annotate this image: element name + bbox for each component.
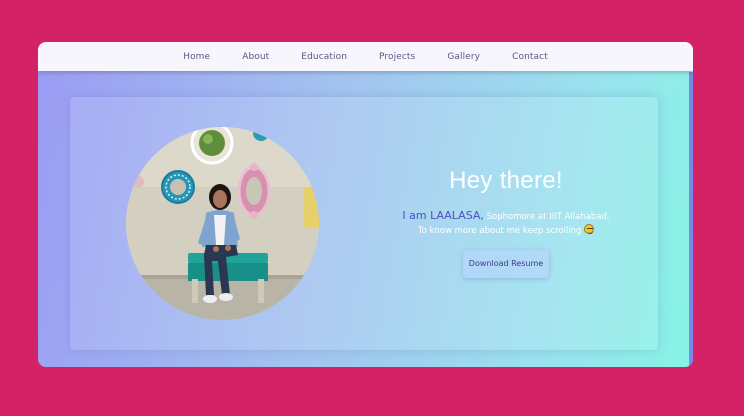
nav-link-projects[interactable]: Projects bbox=[379, 52, 415, 62]
scroll-hint-text: To know more about me keep scrolling bbox=[417, 226, 582, 236]
grinning-face-emoji-icon bbox=[584, 224, 595, 234]
profile-photo-illustration bbox=[126, 127, 319, 320]
browser-viewport: Home About Education Projects Gallery Co… bbox=[38, 42, 693, 367]
hero-greeting: Hey there! bbox=[449, 167, 563, 194]
hero-subtitle: Sophomore at IIIT Allahabad. bbox=[483, 212, 610, 222]
nav-link-about[interactable]: About bbox=[242, 52, 269, 62]
nav-link-contact[interactable]: Contact bbox=[512, 52, 548, 62]
hero-scroll-hint: To know more about me keep scrolling bbox=[370, 224, 642, 238]
nav-link-gallery[interactable]: Gallery bbox=[447, 52, 480, 62]
hero-name: I am LAALASA, bbox=[402, 209, 484, 222]
profile-photo bbox=[126, 127, 319, 320]
hero-text: Hey there! I am LAALASA, Sophomore at II… bbox=[370, 167, 642, 278]
navbar: Home About Education Projects Gallery Co… bbox=[38, 42, 693, 71]
nav-link-home[interactable]: Home bbox=[183, 52, 210, 62]
hero-intro: I am LAALASA, Sophomore at IIIT Allahaba… bbox=[370, 207, 642, 224]
download-resume-button[interactable]: Download Resume bbox=[463, 250, 549, 278]
nav-link-education[interactable]: Education bbox=[301, 52, 347, 62]
hero-card: Hey there! I am LAALASA, Sophomore at II… bbox=[70, 97, 658, 350]
